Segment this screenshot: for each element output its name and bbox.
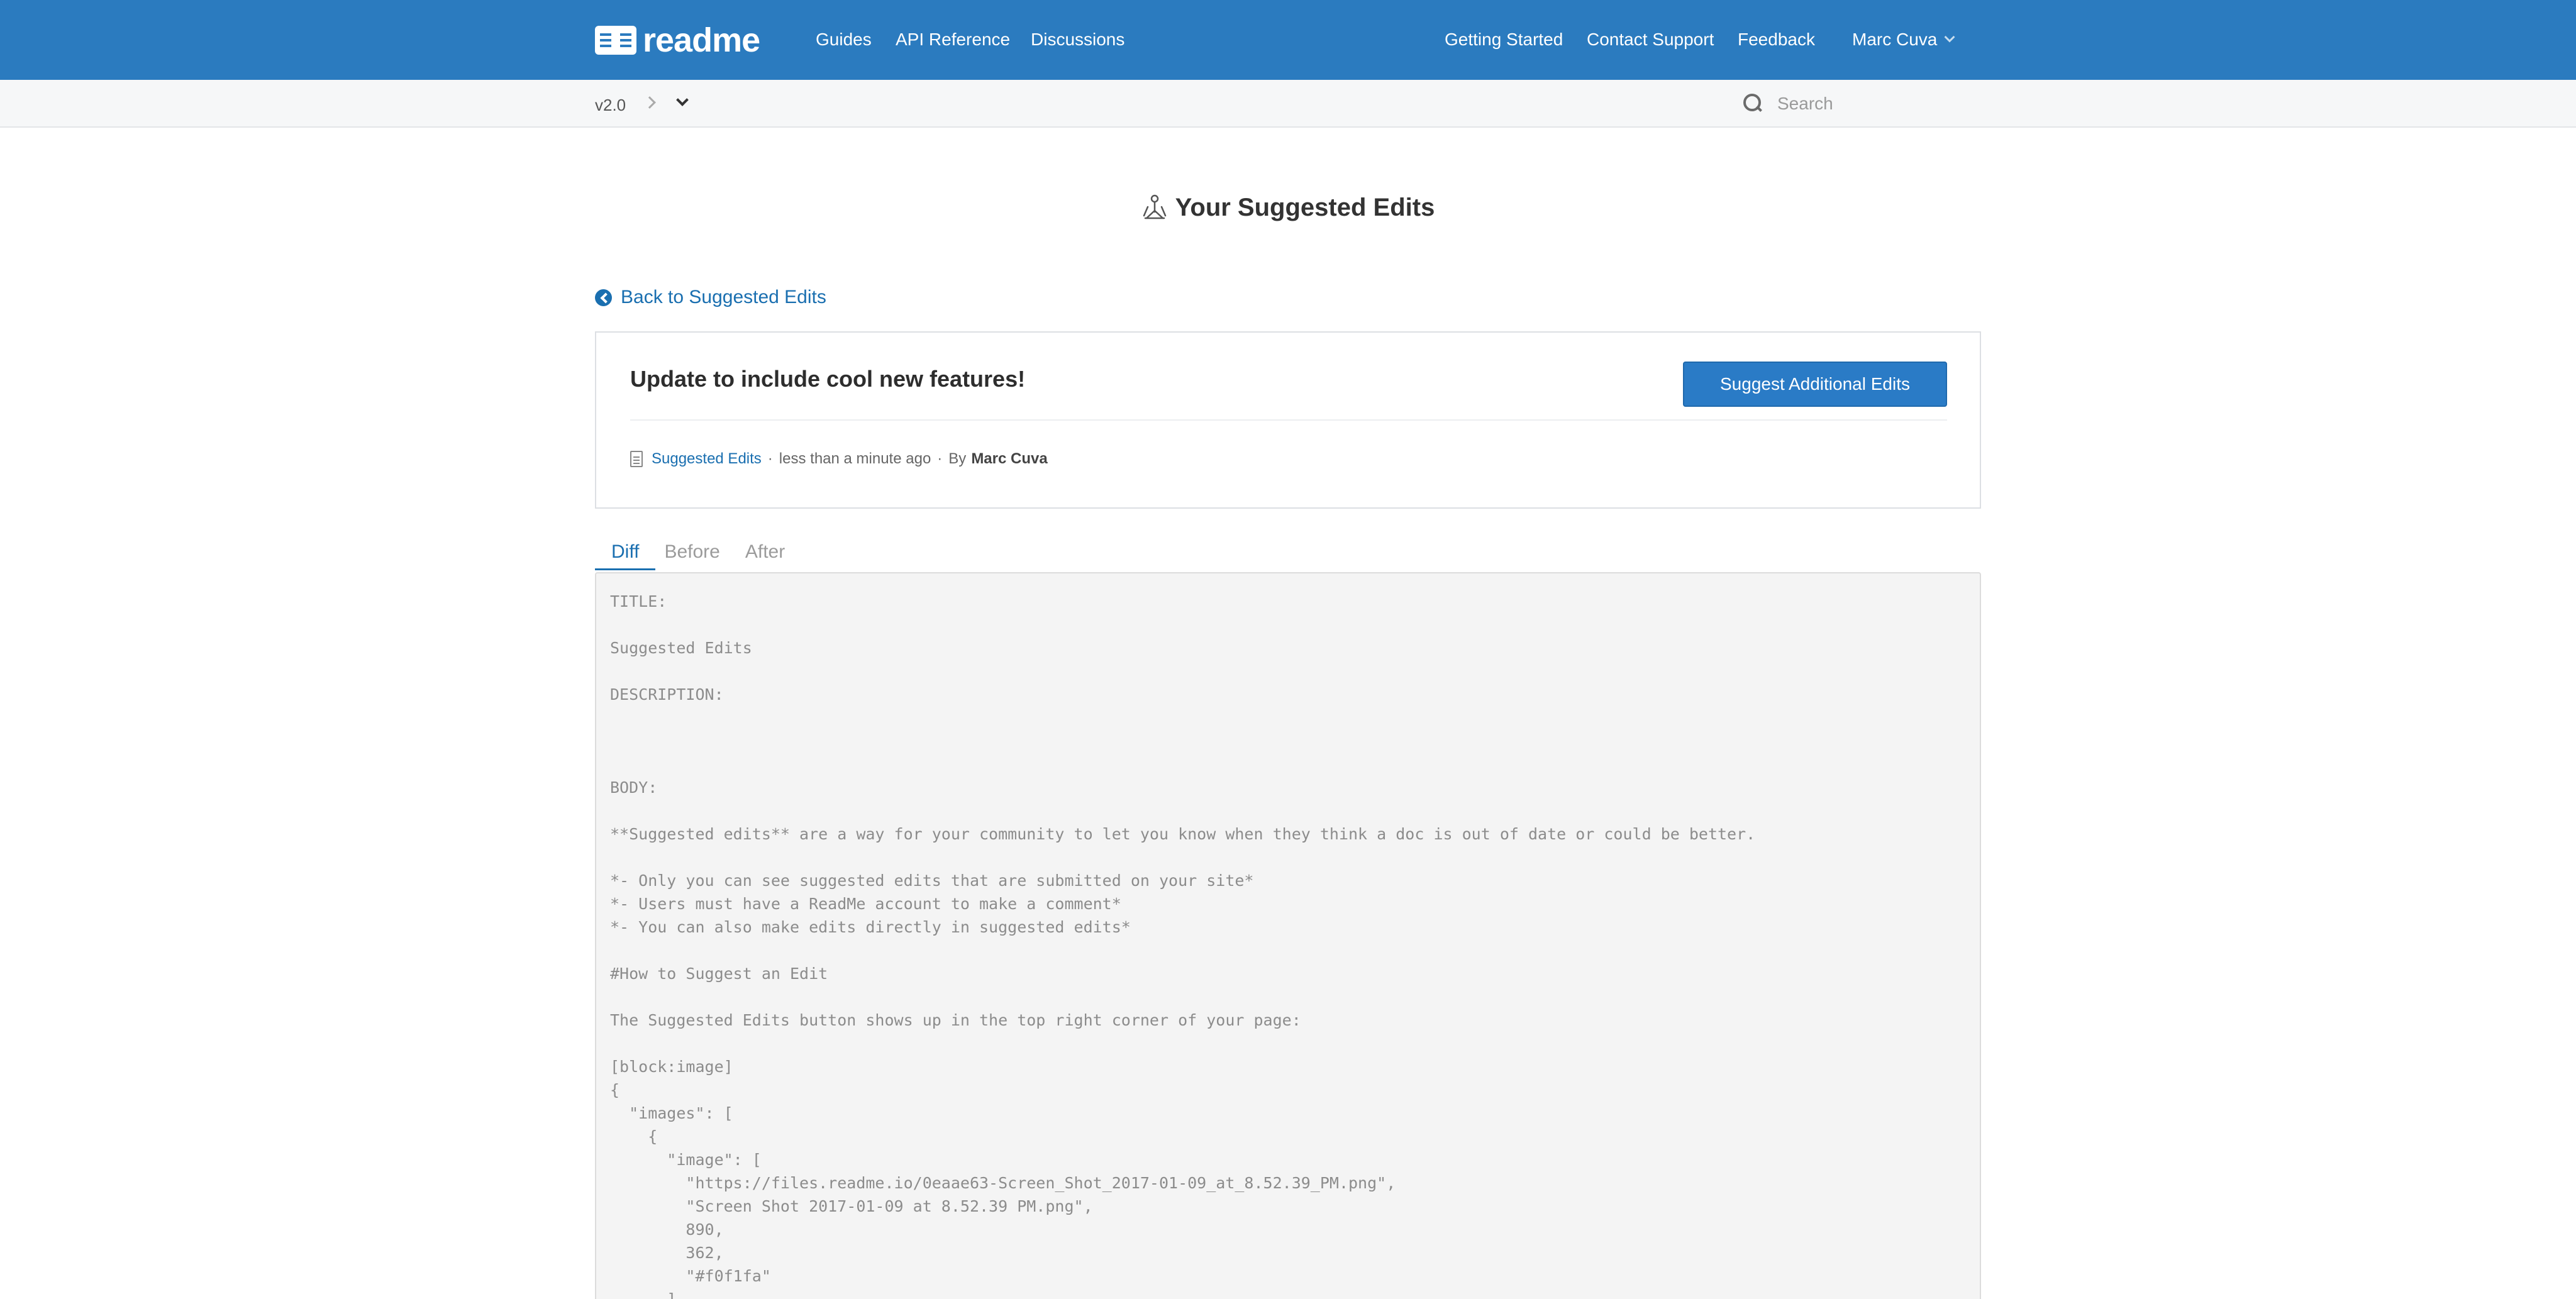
chevron-down-icon [1944,31,1955,43]
version-label[interactable]: v2.0 [595,96,626,114]
diff-content: TITLE: Suggested Edits DESCRIPTION: BODY… [610,590,1755,1299]
page-header: Your Suggested Edits [0,189,2576,226]
user-name: Marc Cuva [1852,30,1938,49]
meta-timestamp: less than a minute ago [779,450,931,467]
diff-line: TITLE: [610,592,667,611]
suggestion-card: Update to include cool new features! Sug… [595,331,1981,509]
diff-line [610,706,1755,729]
book-icon [595,26,636,55]
nav-link-discussions[interactable]: Discussions [1031,29,1124,50]
suggest-edits-icon [1143,194,1166,219]
nav-link-feedback[interactable]: Feedback [1738,29,1815,50]
divider [630,419,1947,421]
meta-separator: · [767,450,773,467]
diff-line: "image": [ [610,1151,762,1169]
tab-before[interactable]: Before [664,538,719,570]
suggestion-title: Update to include cool new features! [630,366,1026,392]
diff-line [610,1032,1755,1055]
diff-line: [block:image] [610,1058,733,1076]
version-dropdown-toggle[interactable] [675,94,691,111]
diff-line: { [610,1127,658,1146]
suggest-additional-edits-button[interactable]: Suggest Additional Edits [1683,362,1947,407]
diff-line: 362, [610,1244,724,1262]
diff-line: Suggested Edits [610,639,752,657]
diff-line [610,846,1755,869]
back-to-suggested-edits-link[interactable]: Back to Suggested Edits [595,286,826,309]
diff-line: *- Only you can see suggested edits that… [610,871,1254,890]
diff-line: **Suggested edits** are a way for your c… [610,825,1756,843]
diff-line: "https://files.readme.io/0eaae63-Screen_… [610,1174,1396,1192]
diff-line: ], [610,1288,1755,1299]
diff-line: #How to Suggest an Edit [610,965,828,983]
diff-line [610,939,1755,962]
diff-line [610,753,1755,776]
diff-line [610,613,1755,636]
search-icon[interactable] [1743,94,1762,114]
diff-line [610,985,1755,1009]
back-arrow-icon [595,289,612,306]
tab-diff[interactable]: Diff [595,538,656,570]
doc-link[interactable]: Suggested Edits [652,450,762,468]
tab-after[interactable]: After [745,538,785,570]
page-title: Your Suggested Edits [1175,193,1435,221]
diff-line: "#f0f1fa" [610,1267,771,1285]
view-tabs: Diff Before After [595,538,810,570]
diff-line: *- You can also make edits directly in s… [610,918,1131,936]
diff-line: BODY: [610,778,658,797]
diff-line: The Suggested Edits button shows up in t… [610,1011,1301,1029]
logo-text: readme [643,21,760,59]
nav-link-api-reference[interactable]: API Reference [896,29,1010,50]
sub-nav-bar [0,80,2576,128]
diff-line [610,729,1755,753]
diff-line: "images": [ [610,1104,733,1122]
diff-line [610,799,1755,822]
top-nav-bar: readme Guides API Reference Discussions … [0,0,2576,80]
back-link-label: Back to Suggested Edits [621,287,826,307]
diff-line: DESCRIPTION: [610,685,724,704]
diff-panel[interactable]: TITLE: Suggested Edits DESCRIPTION: BODY… [595,572,1981,1299]
suggestion-meta: Suggested Edits · less than a minute ago… [630,450,1048,468]
diff-line [610,660,1755,683]
nav-link-contact-support[interactable]: Contact Support [1587,29,1714,50]
meta-separator: · [937,450,943,467]
nav-link-guides[interactable]: Guides [816,29,872,50]
diff-line: "Screen Shot 2017-01-09 at 8.52.39 PM.pn… [610,1197,1093,1215]
diff-line: *- Users must have a ReadMe account to m… [610,895,1121,913]
nav-link-getting-started[interactable]: Getting Started [1445,29,1563,50]
user-menu[interactable]: Marc Cuva [1852,29,1955,50]
chevron-down-icon [676,94,689,106]
meta-author: Marc Cuva [971,450,1048,467]
diff-line: 890, [610,1220,724,1239]
readme-logo[interactable]: readme [595,21,760,59]
document-icon [630,451,643,467]
diff-line: { [610,1081,620,1099]
search-input[interactable] [1777,91,1979,116]
meta-by-label: By [948,450,967,467]
